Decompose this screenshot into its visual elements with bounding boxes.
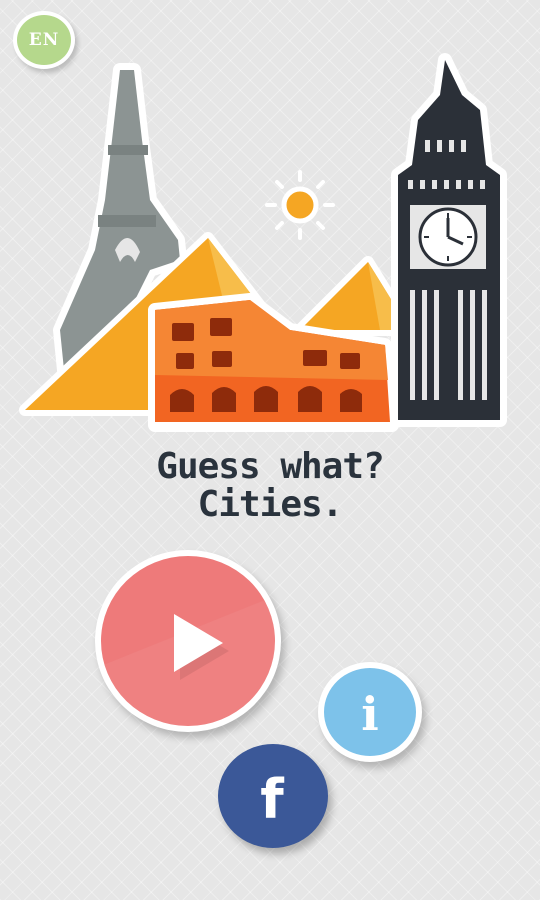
facebook-label: f [260,768,284,831]
big-ben-icon [391,53,507,427]
sun-icon [265,170,335,240]
info-button[interactable]: i [318,662,422,762]
facebook-icon: f [260,768,284,831]
language-code-label: EN [28,30,60,50]
info-icon: i [361,687,378,741]
landmarks-illustration [19,53,507,432]
title-line-1: Guess what? [156,446,384,487]
play-icon [101,596,275,726]
game-title: Guess what? Cities. [0,448,540,524]
facebook-button[interactable]: f [218,744,328,848]
play-button[interactable] [95,550,281,732]
title-line-2: Cities. [197,484,344,525]
info-label: i [361,687,378,741]
